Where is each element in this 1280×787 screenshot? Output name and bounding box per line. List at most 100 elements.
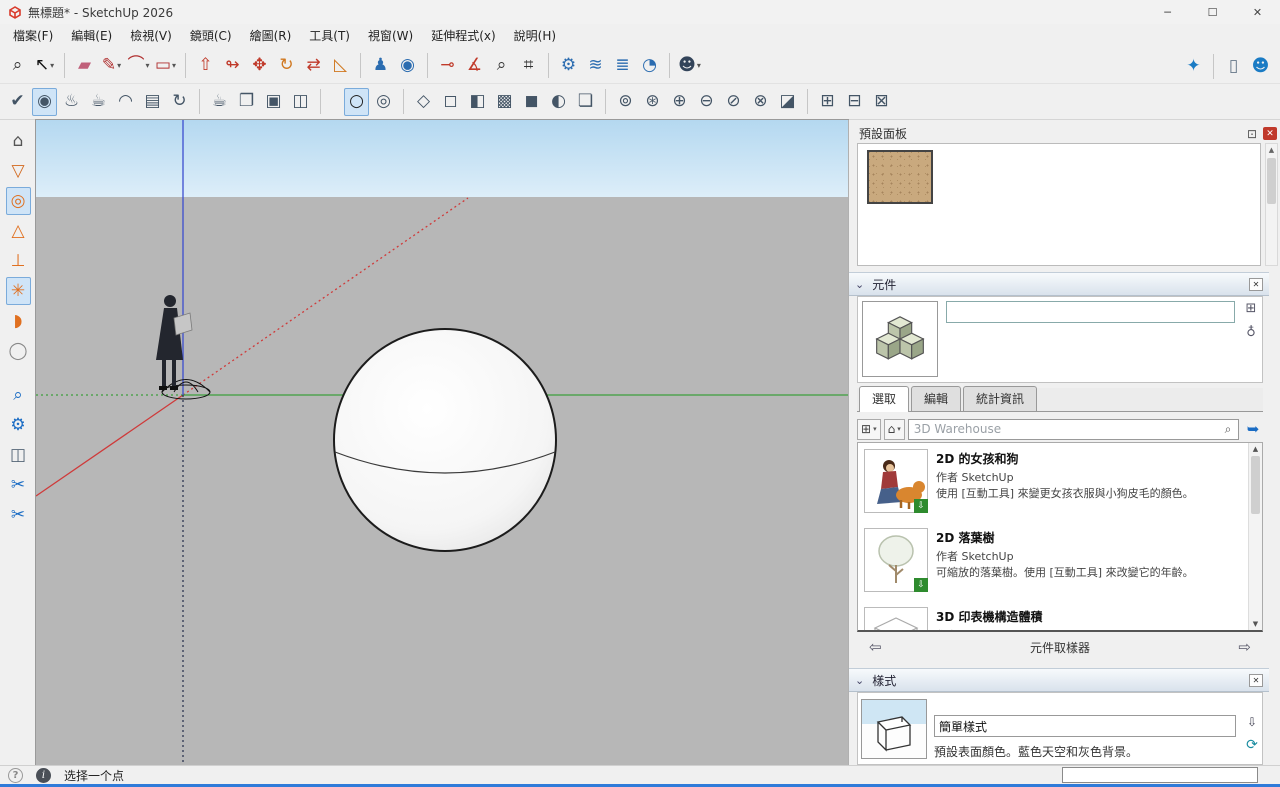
gear-settings-icon[interactable]: ⚙ [6, 411, 31, 439]
sampler-prev-icon[interactable]: ⇦ [869, 638, 882, 656]
window-frame-icon[interactable]: ❐ [234, 88, 259, 116]
box-figure-icon[interactable]: ◫ [6, 441, 31, 469]
circle-tool-icon[interactable]: ○ [344, 87, 369, 116]
check-circle-icon[interactable]: ✔ [5, 88, 30, 116]
3d-viewport[interactable] [35, 119, 849, 766]
view-options-button[interactable]: ⊞ ▾ [857, 418, 881, 440]
trim-icon[interactable]: ⊘ [721, 88, 746, 116]
search-icon[interactable]: ⌕ [1219, 421, 1237, 438]
cone-tool-icon[interactable]: △ [6, 217, 31, 245]
eraser-tool-icon[interactable]: ▰ [72, 52, 97, 80]
sphere-model[interactable] [333, 328, 557, 552]
monochrome-style-icon[interactable]: ◼ [519, 88, 544, 116]
menu-edit[interactable]: 編輯(E) [62, 24, 121, 48]
hiddenline-style-icon[interactable]: ◻ [438, 88, 463, 116]
scrollbar-thumb[interactable] [1251, 456, 1260, 514]
components-list-scrollbar[interactable]: ▲ ▼ [1248, 443, 1262, 630]
collaborate-icon[interactable]: ☻ [1248, 52, 1273, 80]
instructor-icon[interactable]: i [36, 767, 51, 783]
menu-window[interactable]: 視窗(W) [359, 24, 422, 48]
line-tool-icon[interactable]: ✎ ▾ [99, 52, 124, 80]
protractor-icon[interactable]: ∡ [462, 52, 487, 80]
lock-box-icon[interactable]: ◫ [288, 88, 313, 116]
ai-sparkle-icon[interactable]: ✦ [1181, 52, 1206, 80]
close-button[interactable]: ✕ [1235, 0, 1280, 24]
outer-shell-icon[interactable]: ⊚ [613, 88, 638, 116]
interact-tool-icon[interactable]: ◉ [32, 87, 57, 116]
followme-tool-icon[interactable]: ↬ [220, 52, 245, 80]
dome-tool-icon[interactable]: ◠ [113, 88, 138, 116]
component-name-input[interactable] [946, 301, 1235, 323]
components-section-header[interactable]: ⌄ 元件 ✕ [849, 272, 1269, 296]
image-box-icon[interactable]: ▣ [261, 88, 286, 116]
rotate-tool-icon[interactable]: ↻ [274, 52, 299, 80]
collapse-chevron-icon[interactable]: ⌄ [855, 278, 864, 291]
intersect-icon[interactable]: ⊛ [640, 88, 665, 116]
warehouse-search-input[interactable] [907, 418, 1239, 440]
cut-alt-tool-icon[interactable]: ✂ [6, 501, 31, 529]
kettle-tool-icon[interactable]: ☕ [86, 88, 111, 116]
section-plane-icon[interactable]: ⚙ [556, 52, 581, 80]
scrollbar-thumb[interactable] [1267, 158, 1276, 204]
select-tool-icon[interactable]: ↖ ▾ [32, 52, 57, 80]
donut-tool-icon[interactable]: ◎ [5, 187, 31, 215]
position-camera-icon[interactable]: ♟ [368, 52, 393, 80]
auto-hide-pin-icon[interactable]: ⊡ [1247, 127, 1257, 141]
scale-tool-icon[interactable]: ◺ [328, 52, 353, 80]
wireframe-style-icon[interactable]: ◇ [411, 88, 436, 116]
material-thumbnail[interactable] [867, 150, 933, 204]
collapse-chevron-icon[interactable]: ⌄ [855, 674, 864, 687]
cut-tool-icon[interactable]: ✂ [6, 471, 31, 499]
menu-draw[interactable]: 繪圖(R) [241, 24, 301, 48]
search-tool-icon[interactable]: ⌕ [5, 52, 30, 80]
shaded-style-icon[interactable]: ◧ [465, 88, 490, 116]
secondary-pane-icon[interactable]: ⊞ [1246, 301, 1257, 316]
style-refresh-icon[interactable]: ⟳ [1246, 737, 1258, 753]
dropdown-caret-icon[interactable]: ▾ [172, 61, 176, 70]
maximize-button[interactable]: ☐ [1190, 0, 1235, 24]
styles-section-header[interactable]: ⌄ 樣式 ✕ [849, 668, 1269, 692]
warehouse-browse-icon[interactable]: ➥ [1243, 419, 1263, 440]
dropdown-caret-icon[interactable]: ▾ [117, 61, 121, 70]
sphere-tool-icon[interactable]: ◯ [6, 337, 31, 365]
menu-extensions[interactable]: 延伸程式(x) [422, 24, 504, 48]
pot-tool-icon[interactable]: ♨ [59, 88, 84, 116]
close-styles-icon[interactable]: ✕ [1249, 673, 1263, 687]
in-model-icon[interactable]: ♁ [1246, 325, 1256, 340]
scroll-down-icon[interactable]: ▼ [1249, 620, 1262, 628]
style-thumbnail[interactable] [861, 699, 927, 759]
menu-view[interactable]: 檢視(V) [121, 24, 181, 48]
zoom-selection-icon[interactable]: ⌕ [6, 381, 31, 409]
funnel-tool-icon[interactable]: ▽ [6, 157, 31, 185]
measurement-input[interactable] [1062, 767, 1258, 783]
offset-tool-icon[interactable]: ◎ [371, 88, 396, 116]
menu-file[interactable]: 檔案(F) [4, 24, 62, 48]
grid-box-x-icon[interactable]: ⊠ [869, 88, 894, 116]
tab-select[interactable]: 選取 [859, 386, 910, 412]
scroll-up-icon[interactable]: ▲ [1266, 144, 1277, 154]
dropdown-caret-icon[interactable]: ▾ [697, 61, 701, 70]
xray-style-icon[interactable]: ◐ [546, 88, 571, 116]
refresh-view-icon[interactable]: ↻ [167, 88, 192, 116]
tape-measure-icon[interactable]: ⊸ [435, 52, 460, 80]
move-tool-icon[interactable]: ✥ [247, 52, 272, 80]
grid-box-icon[interactable]: ⊞ [815, 88, 840, 116]
style-detail-icon[interactable]: ⇩ [1247, 715, 1257, 729]
pushpull-tool-icon[interactable]: ⇧ [193, 52, 218, 80]
union-icon[interactable]: ⊕ [667, 88, 692, 116]
arc-tool-icon[interactable]: ⌒ ▾ [126, 52, 151, 80]
flip-tool-icon[interactable]: ⇄ [301, 52, 326, 80]
close-components-icon[interactable]: ✕ [1249, 277, 1263, 291]
subtract-icon[interactable]: ⊖ [694, 88, 719, 116]
tab-statistics[interactable]: 統計資訊 [963, 386, 1038, 411]
split-icon[interactable]: ⊗ [748, 88, 773, 116]
help-icon[interactable]: ? [8, 767, 23, 783]
shape-tool-icon[interactable]: ▭ ▾ [153, 52, 178, 80]
zoom-extents-icon[interactable]: ⌗ [516, 52, 541, 80]
close-tray-icon[interactable]: ✕ [1263, 127, 1277, 140]
tab-edit[interactable]: 編輯 [911, 386, 962, 411]
spoke-tool-icon[interactable]: ✳ [5, 277, 31, 305]
minimize-button[interactable]: ─ [1145, 0, 1190, 24]
menu-help[interactable]: 說明(H) [505, 24, 565, 48]
section-cut-icon[interactable]: ≋ [583, 52, 608, 80]
